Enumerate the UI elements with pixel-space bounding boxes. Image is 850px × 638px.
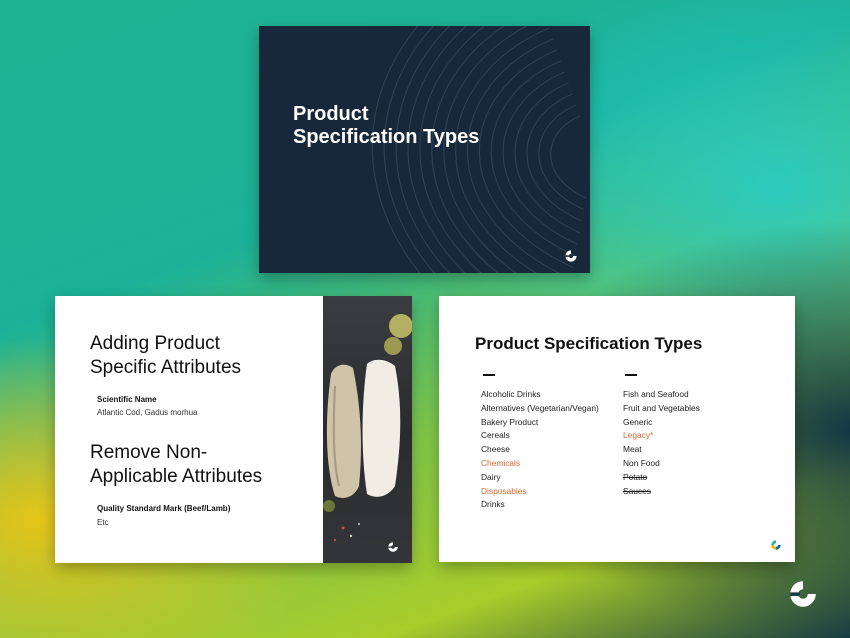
spec-type-item: Generic: [623, 416, 653, 427]
spec-type-item: Drinks: [481, 499, 505, 510]
spec-type-item: Alternatives (Vegetarian/Vegan): [481, 402, 599, 413]
heading-line: Remove Non-: [90, 442, 208, 463]
spec-types-column-2: Fish and Seafood Fruit and Vegetables Gene…: [623, 388, 700, 498]
spec-types-slide[interactable]: Product Specification Types Alcoholic Dr…: [439, 296, 795, 562]
spec-type-item: Alcoholic Drinks: [481, 389, 541, 399]
spec-type-item: Dairy: [481, 471, 501, 482]
scientific-name-value: Atlantic Cod, Gadus morhua: [97, 408, 198, 417]
attributes-slide[interactable]: Adding Product Specific Attributes Scien…: [55, 296, 412, 563]
brand-logo-icon: [565, 250, 577, 262]
spec-type-item: Disposables: [481, 485, 527, 496]
brand-logo-icon: [771, 540, 781, 550]
title-slide-heading: Product Specification Types: [293, 103, 479, 149]
spec-type-item: Cheese: [481, 444, 510, 455]
column-2-dash: [625, 374, 637, 376]
title-line-1: Product: [293, 103, 369, 125]
heading-remove-attributes: Remove Non- Applicable Attributes: [90, 441, 262, 489]
spec-type-item: Sauces: [623, 485, 651, 496]
spec-type-item: Meat: [623, 444, 642, 455]
spec-type-item: Non Food: [623, 457, 660, 468]
brand-logo-icon: [790, 581, 816, 607]
decorative-wave-lines: [371, 26, 587, 273]
wave-line: [431, 26, 506, 273]
heading-line: Applicable Attributes: [90, 466, 263, 487]
title-line-2: Specification Types: [293, 126, 480, 148]
fish-fillet-photo: [323, 296, 412, 563]
wave-line: [502, 71, 578, 245]
wave-line: [467, 38, 561, 273]
quality-mark-value: Etc: [97, 518, 109, 527]
spec-type-item: Bakery Product: [481, 416, 539, 427]
title-slide[interactable]: Product Specification Types: [259, 26, 590, 273]
quality-mark-label: Quality Standard Mark (Beef/Lamb): [97, 504, 231, 513]
heading-line: Adding Product: [90, 333, 220, 354]
wave-line: [383, 26, 436, 273]
heading-adding-attributes: Adding Product Specific Attributes: [90, 332, 241, 380]
scientific-name-label: Scientific Name: [97, 395, 157, 404]
spec-type-item: Legacy*: [623, 430, 654, 441]
brand-logo-icon: [388, 542, 398, 552]
spec-types-title: Product Specification Types: [475, 334, 703, 353]
wave-line: [407, 26, 468, 273]
wave-line: [550, 115, 587, 199]
spec-type-item: Fruit and Vegetables: [623, 402, 700, 413]
column-1-dash: [483, 374, 495, 376]
wave-line: [514, 82, 580, 234]
spec-types-column-1: Alcoholic Drinks Alternatives (Vegetarian…: [481, 388, 599, 512]
heading-line: Specific Attributes: [90, 357, 242, 378]
spec-type-item: Chemicals: [481, 457, 521, 468]
spec-type-item: Potato: [623, 471, 648, 482]
spec-type-item: Cereals: [481, 430, 510, 441]
spec-type-item: Fish and Seafood: [623, 389, 689, 399]
